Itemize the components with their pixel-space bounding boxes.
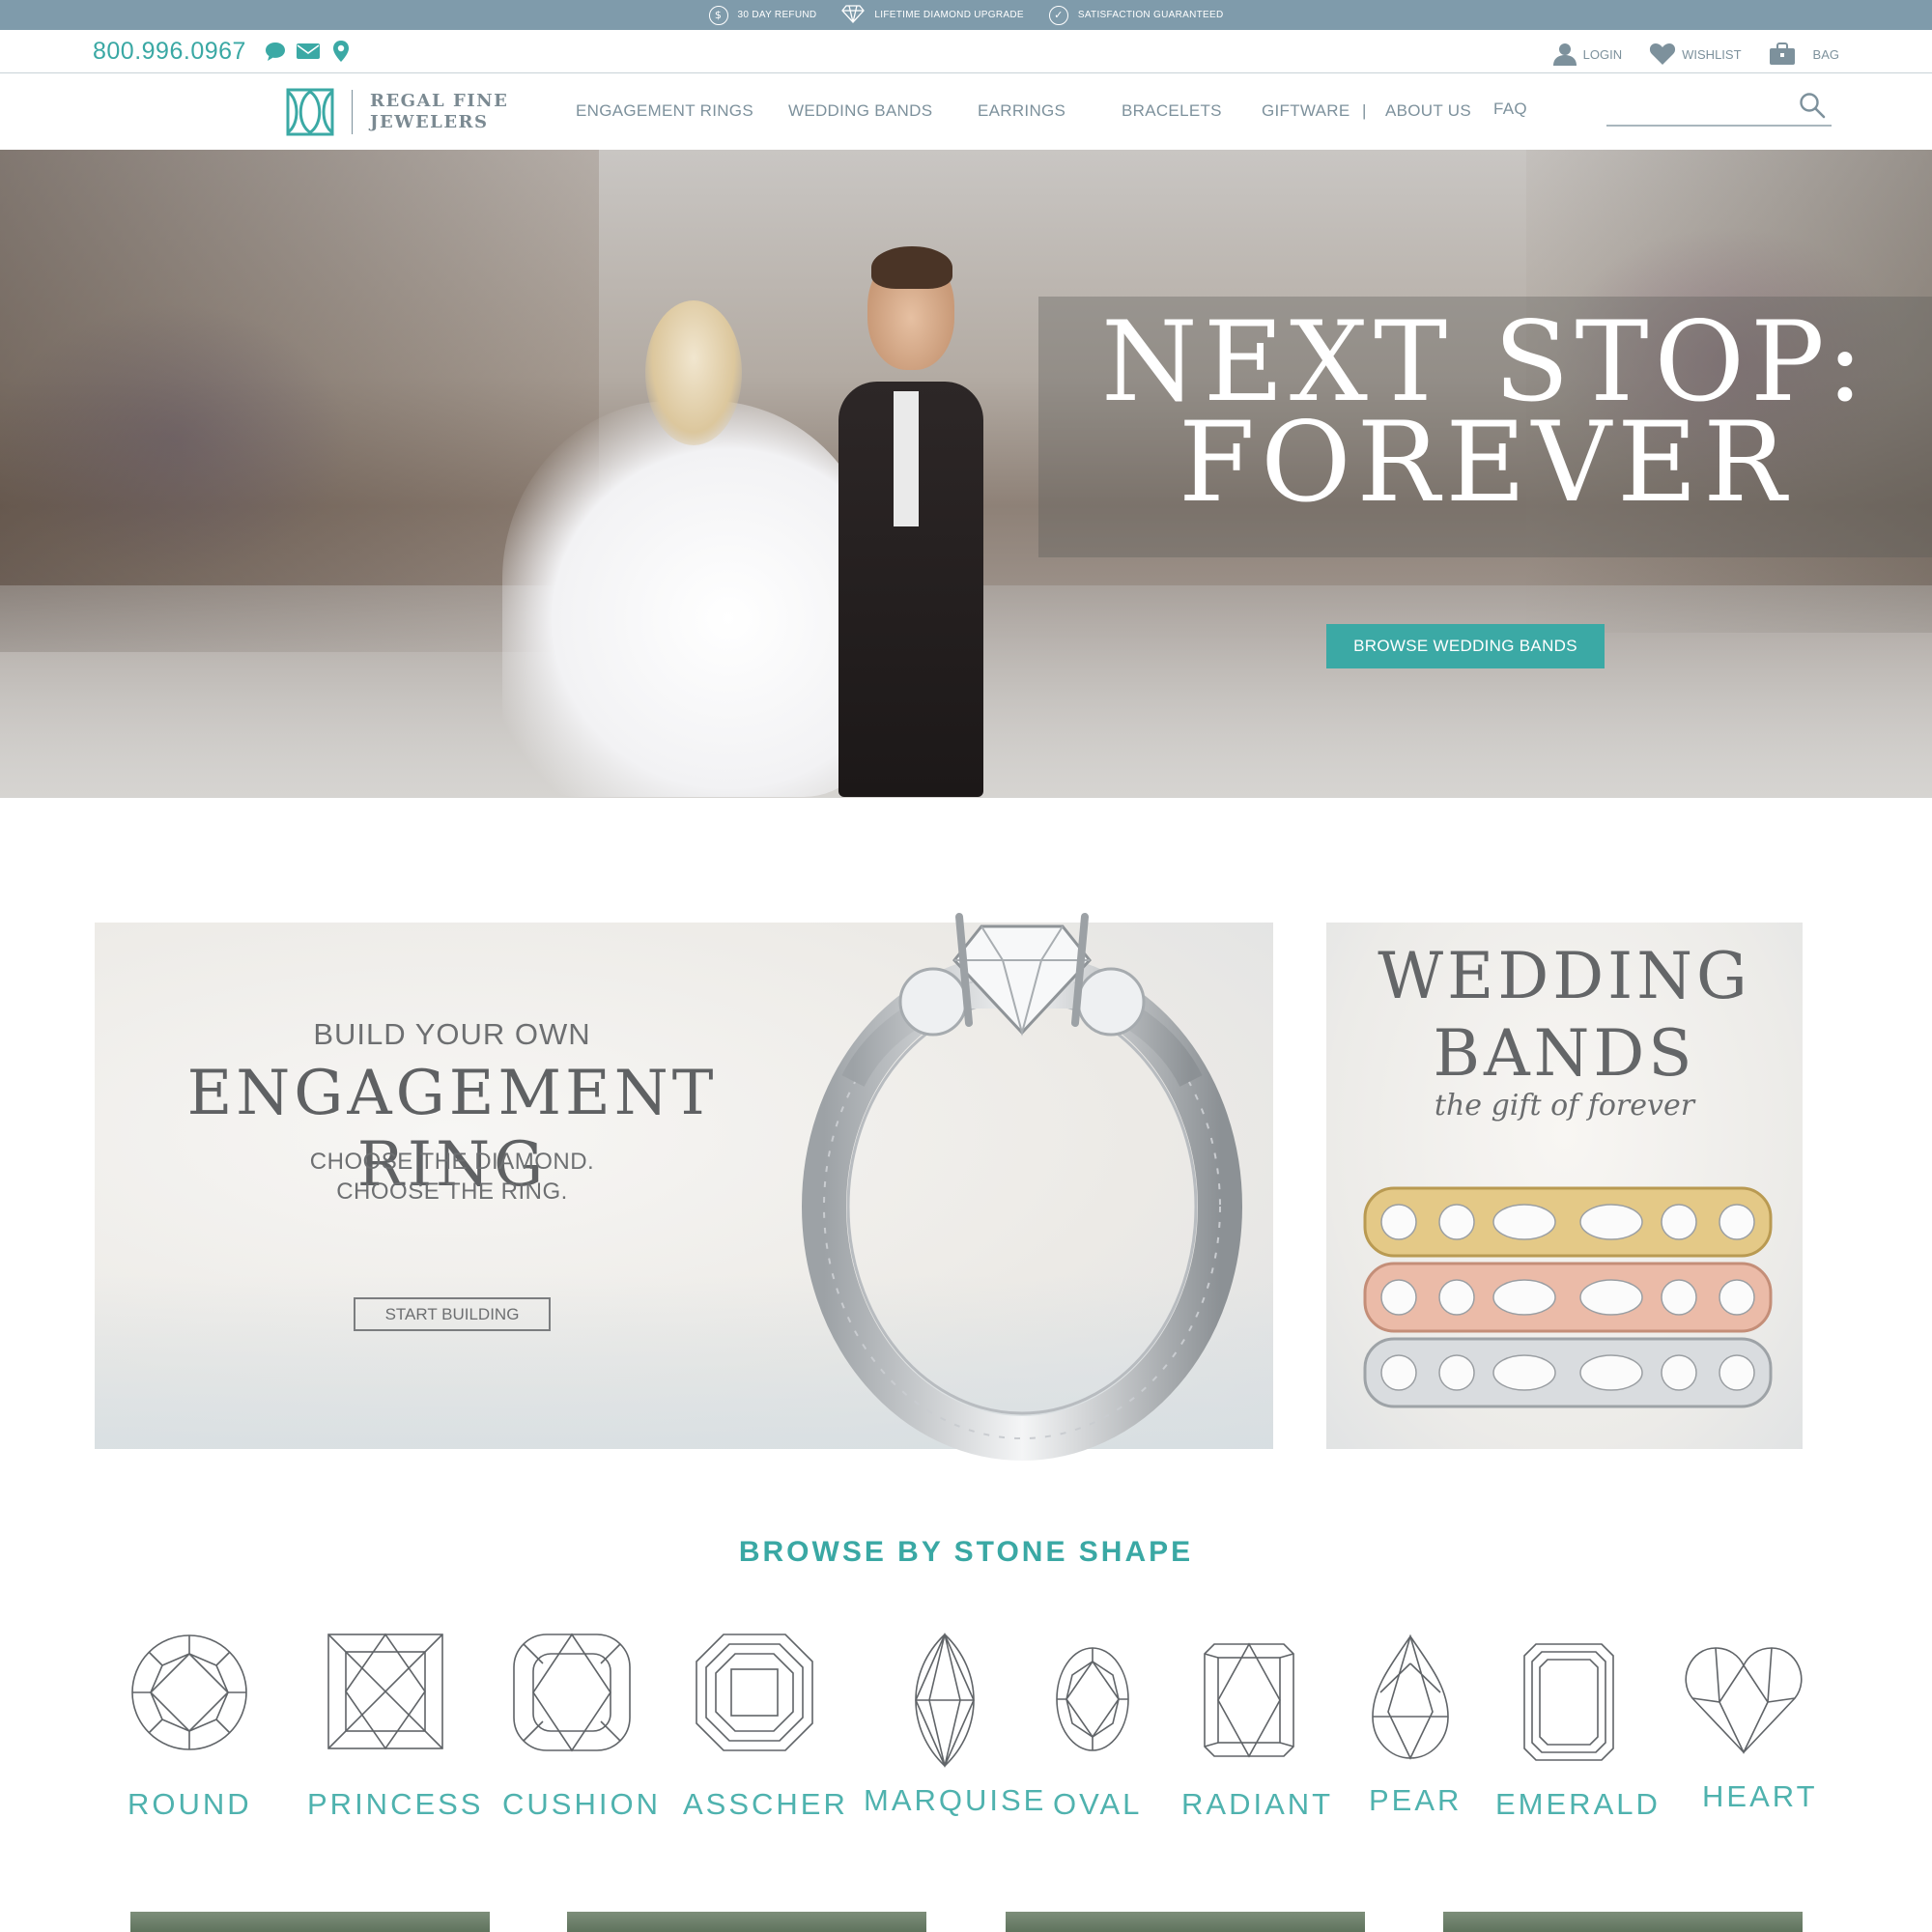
wedding-bands-subtitle: the gift of forever bbox=[1434, 1089, 1695, 1122]
account-links: LOGIN WISHLIST BAG bbox=[1552, 42, 1839, 67]
user-icon bbox=[1552, 43, 1577, 66]
hero-bride bbox=[502, 401, 879, 797]
stone-shape-oval[interactable]: OVAL bbox=[1053, 1646, 1139, 1821]
hero-bride-head bbox=[645, 300, 742, 445]
engagement-ring-image bbox=[802, 913, 1242, 1461]
stacked-bands-image bbox=[1363, 1186, 1773, 1408]
asscher-diamond-icon bbox=[696, 1634, 813, 1751]
search-box bbox=[1606, 88, 1832, 127]
tile-subtext: CHOOSE THE DIAMOND. CHOOSE THE RING. bbox=[95, 1147, 810, 1207]
main-header: REGAL FINE JEWELERS ENGAGEMENT RINGS WED… bbox=[0, 74, 1932, 150]
radiant-diamond-icon bbox=[1204, 1642, 1294, 1758]
hero-banner: NEXT STOP: FOREVER BROWSE WEDDING BANDS bbox=[0, 150, 1932, 798]
stone-shape-label: ROUND bbox=[128, 1787, 252, 1821]
oval-diamond-icon bbox=[1056, 1647, 1129, 1751]
nav-faq[interactable]: FAQ bbox=[1493, 99, 1527, 119]
marquise-diamond-icon bbox=[915, 1633, 975, 1768]
nav-giftware[interactable]: GIFTWARE bbox=[1262, 101, 1350, 121]
build-engagement-ring-tile[interactable]: BUILD YOUR OWN ENGAGEMENT RING CHOOSE TH… bbox=[95, 913, 1273, 1461]
tile-subtext-line-1: CHOOSE THE DIAMOND. bbox=[309, 1149, 595, 1175]
stone-shape-cushion[interactable]: CUSHION bbox=[502, 1633, 658, 1821]
phone-number[interactable]: 800.996.0967 bbox=[93, 38, 246, 66]
stone-shape-label: EMERALD bbox=[1495, 1787, 1661, 1821]
nav-engagement-rings[interactable]: ENGAGEMENT RINGS bbox=[576, 101, 753, 121]
seal-icon: ✓ bbox=[1048, 5, 1068, 25]
category-thumbnail[interactable] bbox=[1006, 1912, 1365, 1932]
hero-groom-shirt bbox=[894, 391, 919, 526]
stone-shape-section-title: BROWSE BY STONE SHAPE bbox=[738, 1536, 1194, 1568]
login-label: LOGIN bbox=[1582, 46, 1623, 62]
promo-bar: $ 30 DAY REFUND LIFETIME DIAMOND UPGRADE… bbox=[0, 0, 1932, 30]
stone-shape-label: CUSHION bbox=[502, 1787, 661, 1821]
stone-shape-label: RADIANT bbox=[1181, 1787, 1334, 1821]
chat-icon[interactable] bbox=[263, 40, 288, 63]
start-building-button[interactable]: START BUILDING bbox=[354, 1297, 551, 1331]
stone-shape-marquise[interactable]: MARQUISE bbox=[864, 1633, 1043, 1817]
contact-icons bbox=[263, 40, 354, 63]
round-diamond-icon bbox=[131, 1634, 247, 1750]
promo-upgrade: LIFETIME DIAMOND UPGRADE bbox=[841, 4, 1024, 26]
princess-diamond-icon bbox=[327, 1633, 443, 1750]
hero-title: NEXT STOP: FOREVER bbox=[1038, 307, 1932, 526]
heart-icon bbox=[1650, 43, 1676, 65]
nav-separator: | bbox=[1362, 101, 1367, 120]
stone-shape-label: ASSCHER bbox=[683, 1787, 848, 1821]
heart-diamond-icon bbox=[1685, 1647, 1803, 1754]
hero-title-line-2: FOREVER bbox=[1179, 398, 1792, 526]
stone-shape-heart[interactable]: HEART bbox=[1685, 1644, 1815, 1813]
hero-groom-hair bbox=[871, 246, 952, 289]
pear-diamond-icon bbox=[1372, 1634, 1449, 1760]
stone-shape-princess[interactable]: PRINCESS bbox=[307, 1633, 480, 1821]
nav-bracelets[interactable]: BRACELETS bbox=[1122, 101, 1222, 121]
category-thumbnail[interactable] bbox=[130, 1912, 490, 1932]
wedding-bands-tile[interactable]: WEDDING BANDS the gift of forever bbox=[1326, 923, 1803, 1449]
stone-shape-label: HEART bbox=[1702, 1779, 1818, 1813]
nav-wedding-bands[interactable]: WEDDING BANDS bbox=[788, 101, 932, 121]
category-thumbnail[interactable] bbox=[567, 1912, 926, 1932]
emerald-diamond-icon bbox=[1523, 1643, 1614, 1761]
stone-shape-label: PRINCESS bbox=[307, 1787, 484, 1821]
wishlist-label: WISHLIST bbox=[1682, 46, 1742, 62]
promo-satisfaction: ✓ SATISFACTION GUARANTEED bbox=[1048, 5, 1224, 25]
utility-row: 800.996.0967 LOGIN WISHLIST BAG bbox=[0, 30, 1932, 73]
login-link[interactable]: LOGIN bbox=[1552, 42, 1622, 67]
nav-about-us[interactable]: ABOUT US bbox=[1385, 101, 1471, 121]
nav-earrings[interactable]: EARRINGS bbox=[978, 101, 1065, 121]
bag-icon bbox=[1769, 43, 1795, 65]
stone-shape-pear[interactable]: PEAR bbox=[1369, 1634, 1459, 1817]
promo-satisfaction-label: SATISFACTION GUARANTEED bbox=[1077, 10, 1224, 20]
stone-shape-emerald[interactable]: EMERALD bbox=[1495, 1642, 1658, 1821]
location-pin-icon[interactable] bbox=[328, 40, 354, 63]
stone-shape-label: MARQUISE bbox=[864, 1783, 1047, 1817]
tile-eyebrow: BUILD YOUR OWN bbox=[313, 1017, 591, 1051]
stone-shape-round[interactable]: ROUND bbox=[128, 1633, 249, 1821]
bag-label: BAG bbox=[1812, 46, 1839, 62]
category-thumbnail[interactable] bbox=[1443, 1912, 1803, 1932]
mail-icon[interactable] bbox=[296, 40, 321, 63]
promo-refund: $ 30 DAY REFUND bbox=[708, 5, 817, 25]
browse-wedding-bands-button[interactable]: BROWSE WEDDING BANDS bbox=[1326, 624, 1605, 668]
search-icon[interactable] bbox=[1799, 92, 1826, 119]
wedding-bands-title: WEDDING BANDS bbox=[1326, 938, 1803, 1093]
promo-upgrade-label: LIFETIME DIAMOND UPGRADE bbox=[874, 10, 1024, 20]
diamond-icon bbox=[841, 4, 866, 26]
stone-shape-label: OVAL bbox=[1053, 1787, 1143, 1821]
stone-shape-label: PEAR bbox=[1369, 1783, 1463, 1817]
tile-subtext-line-2: CHOOSE THE RING. bbox=[336, 1179, 568, 1205]
search-input[interactable] bbox=[1606, 88, 1790, 123]
wishlist-link[interactable]: WISHLIST bbox=[1649, 43, 1742, 66]
promo-refund-label: 30 DAY REFUND bbox=[737, 10, 817, 20]
dollar-icon: $ bbox=[708, 5, 728, 25]
bag-link[interactable]: BAG bbox=[1769, 43, 1839, 66]
stone-shape-asscher[interactable]: ASSCHER bbox=[683, 1633, 845, 1821]
stone-shape-radiant[interactable]: RADIANT bbox=[1181, 1642, 1330, 1821]
wedding-bands-title-line-1: WEDDING bbox=[1378, 939, 1751, 1013]
cushion-diamond-icon bbox=[513, 1633, 631, 1752]
wedding-bands-title-line-2: BANDS bbox=[1433, 1016, 1696, 1091]
